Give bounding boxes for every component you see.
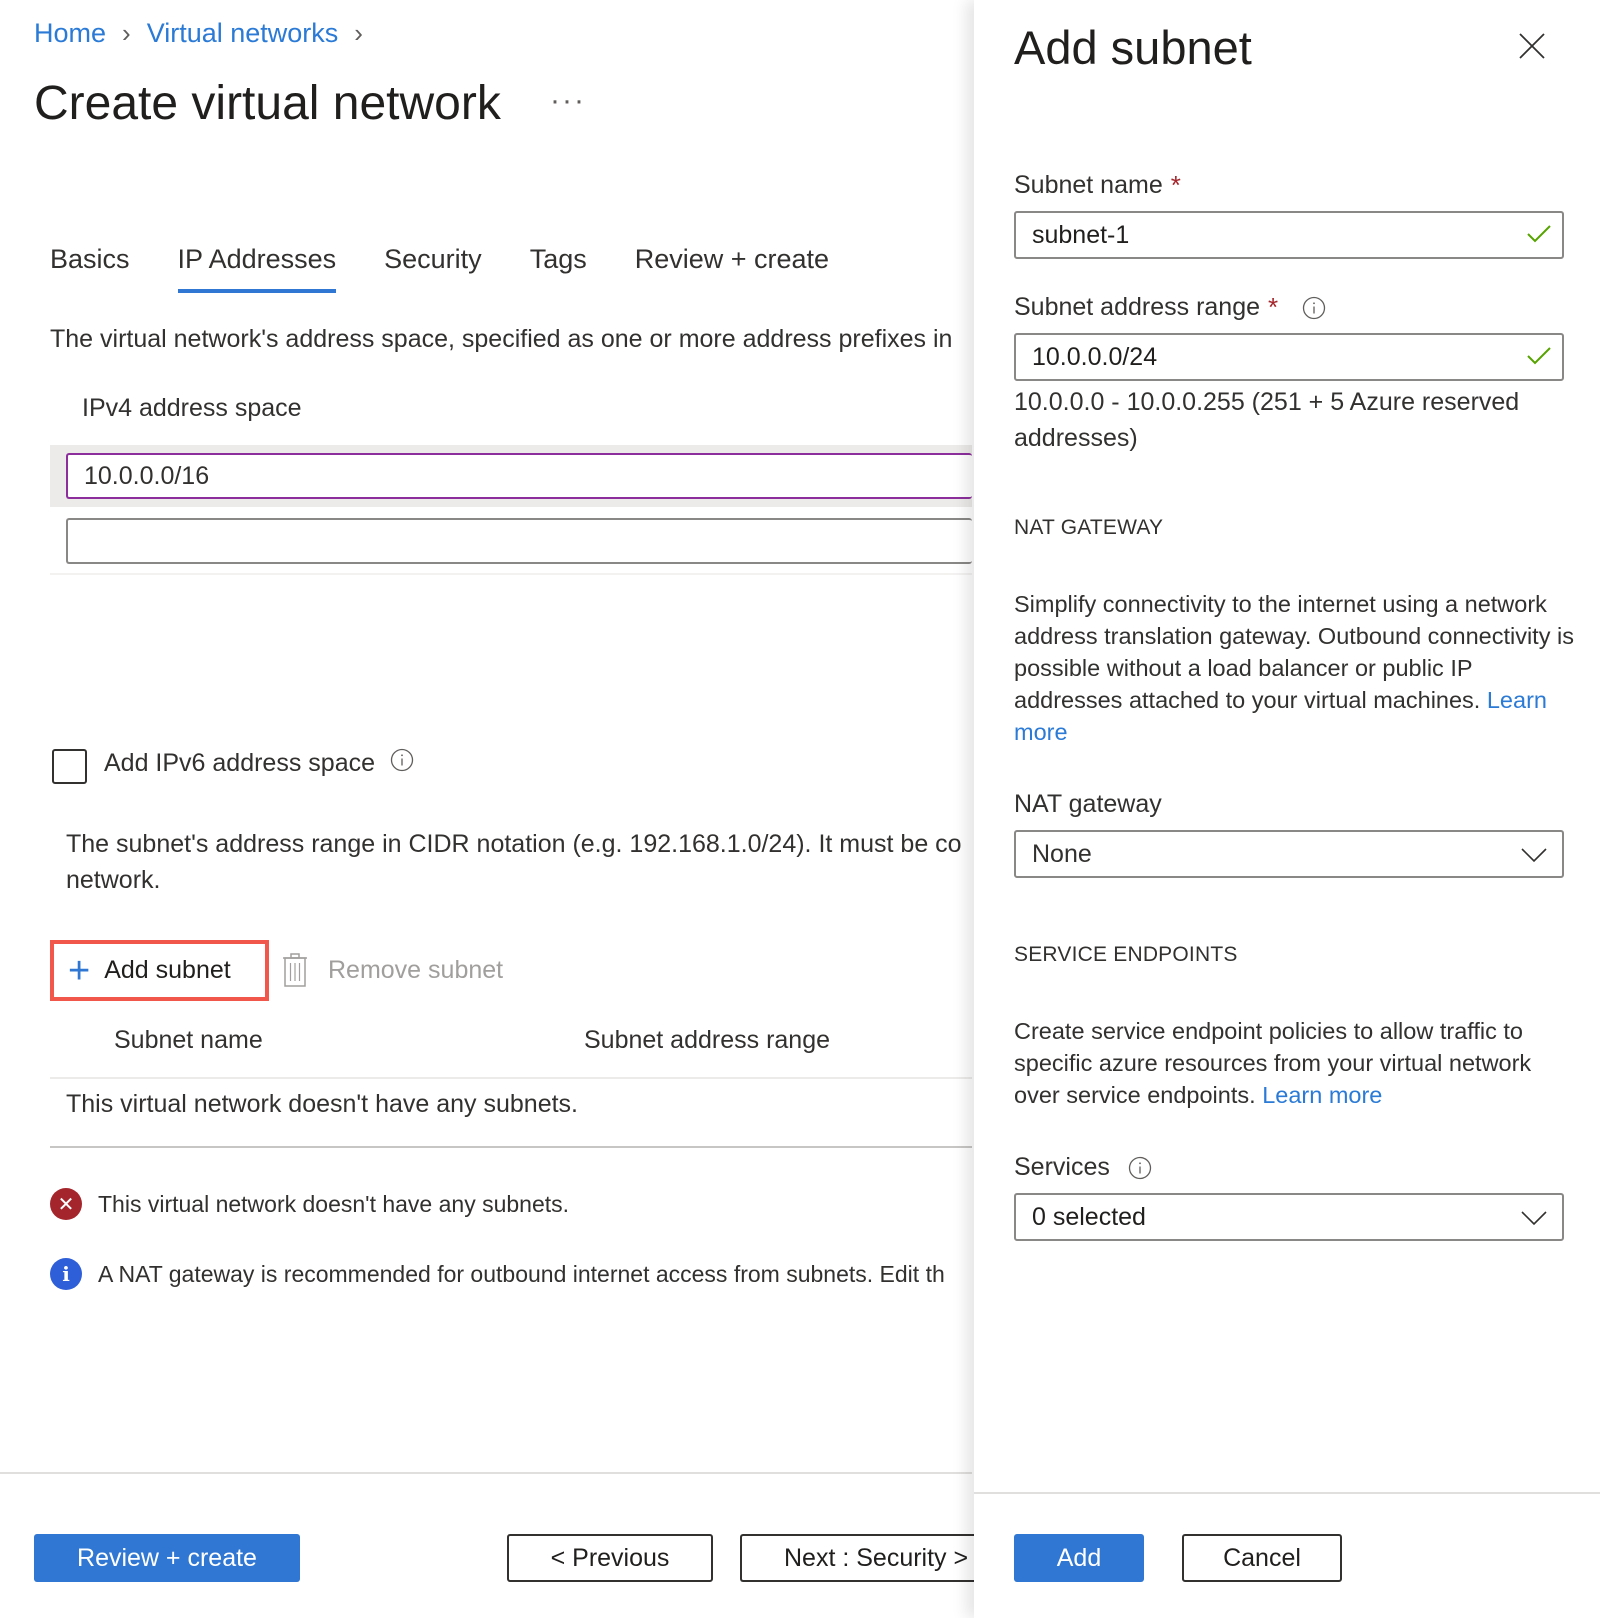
nat-gateway-selected-value: None bbox=[1032, 840, 1092, 868]
add-subnet-button[interactable]: + Add subnet bbox=[50, 940, 269, 1001]
breadcrumb-home[interactable]: Home bbox=[34, 18, 106, 49]
ipv6-checkbox-label[interactable]: Add IPv6 address space bbox=[104, 749, 375, 778]
footer-divider bbox=[0, 1472, 972, 1474]
plus-icon: + bbox=[68, 949, 91, 992]
subnet-address-range-input[interactable]: 10.0.0.0/24 bbox=[1014, 333, 1564, 381]
info-message: i A NAT gateway is recommended for outbo… bbox=[50, 1258, 945, 1290]
breadcrumb: Home › Virtual networks › bbox=[34, 18, 379, 49]
divider bbox=[50, 1077, 972, 1079]
checkmark-icon bbox=[1527, 225, 1551, 243]
nat-gateway-label: NAT gateway bbox=[1014, 790, 1162, 818]
error-message: ✕ This virtual network doesn't have any … bbox=[50, 1188, 569, 1220]
checkmark-icon bbox=[1527, 347, 1551, 365]
previous-button[interactable]: < Previous bbox=[507, 1534, 713, 1582]
panel-footer-divider bbox=[974, 1492, 1600, 1494]
add-button[interactable]: Add bbox=[1014, 1534, 1144, 1582]
review-create-button[interactable]: Review + create bbox=[34, 1534, 300, 1582]
info-icon[interactable] bbox=[1302, 296, 1326, 320]
breadcrumb-virtual-networks[interactable]: Virtual networks bbox=[147, 18, 339, 49]
services-dropdown[interactable]: 0 selected bbox=[1014, 1193, 1564, 1241]
close-icon[interactable] bbox=[1518, 32, 1546, 65]
ipv6-checkbox[interactable] bbox=[52, 749, 87, 784]
info-filled-icon: i bbox=[50, 1258, 82, 1290]
remove-subnet-button[interactable]: Remove subnet bbox=[282, 953, 503, 987]
info-icon[interactable] bbox=[390, 748, 414, 777]
column-header-subnet-name[interactable]: Subnet name bbox=[114, 1026, 263, 1055]
chevron-down-icon bbox=[1521, 848, 1547, 863]
ipv4-address-input[interactable]: 10.0.0.0/16 bbox=[66, 453, 972, 499]
service-endpoints-section-heading: SERVICE ENDPOINTS bbox=[1014, 943, 1238, 966]
cancel-button[interactable]: Cancel bbox=[1182, 1534, 1342, 1582]
ipv4-address-input-new[interactable] bbox=[66, 518, 972, 564]
ipv4-address-space-label: IPv4 address space bbox=[82, 394, 302, 422]
subnet-name-label-text: Subnet name bbox=[1014, 171, 1163, 199]
info-message-text: A NAT gateway is recommended for outboun… bbox=[98, 1260, 945, 1287]
tab-ip-addresses[interactable]: IP Addresses bbox=[177, 244, 336, 293]
service-endpoints-description: Create service endpoint policies to allo… bbox=[1014, 1015, 1574, 1111]
more-options-icon[interactable]: ··· bbox=[550, 84, 586, 118]
divider bbox=[50, 573, 972, 575]
chevron-right-icon: › bbox=[354, 18, 363, 48]
subnet-address-range-label-text: Subnet address range bbox=[1014, 293, 1261, 321]
tab-tags[interactable]: Tags bbox=[530, 244, 587, 293]
nat-gateway-description: Simplify connectivity to the internet us… bbox=[1014, 588, 1574, 748]
subnet-name-input[interactable]: subnet-1 bbox=[1014, 211, 1564, 259]
subnet-address-range-value: 10.0.0.0/24 bbox=[1032, 343, 1158, 371]
error-message-text: This virtual network doesn't have any su… bbox=[98, 1190, 570, 1217]
services-selected-value: 0 selected bbox=[1032, 1203, 1146, 1231]
error-icon: ✕ bbox=[50, 1188, 82, 1220]
services-label: Services bbox=[1014, 1153, 1152, 1182]
subnet-description: The subnet's address range in CIDR notat… bbox=[66, 826, 972, 898]
add-subnet-label: Add subnet bbox=[104, 956, 231, 984]
service-endpoints-learn-more-link[interactable]: Learn more bbox=[1262, 1082, 1382, 1108]
services-label-text: Services bbox=[1014, 1153, 1110, 1181]
tab-security[interactable]: Security bbox=[384, 244, 482, 293]
next-security-button[interactable]: Next : Security > bbox=[740, 1534, 1000, 1582]
column-header-subnet-address-range[interactable]: Subnet address range bbox=[584, 1026, 830, 1055]
subnet-description-line1: The subnet's address range in CIDR notat… bbox=[66, 830, 962, 858]
divider bbox=[50, 1146, 972, 1148]
chevron-right-icon: › bbox=[122, 18, 131, 48]
remove-subnet-label: Remove subnet bbox=[328, 955, 504, 984]
trash-icon bbox=[283, 953, 307, 987]
table-empty-message: This virtual network doesn't have any su… bbox=[66, 1090, 578, 1118]
tab-basics[interactable]: Basics bbox=[50, 244, 130, 293]
chevron-down-icon bbox=[1521, 1211, 1547, 1226]
nat-gateway-section-heading: NAT GATEWAY bbox=[1014, 516, 1164, 539]
nat-gateway-dropdown[interactable]: None bbox=[1014, 830, 1564, 878]
tab-bar: Basics IP Addresses Security Tags Review… bbox=[50, 244, 877, 293]
subnet-name-value: subnet-1 bbox=[1032, 221, 1130, 249]
subnet-range-hint: 10.0.0.0 - 10.0.0.255 (251 + 5 Azure res… bbox=[1014, 388, 1520, 452]
subnet-description-line2: network. bbox=[66, 866, 161, 894]
info-icon[interactable] bbox=[1128, 1156, 1152, 1180]
page-title: Create virtual network bbox=[34, 77, 501, 130]
required-indicator: * bbox=[1170, 170, 1181, 200]
subnet-name-label: Subnet name * bbox=[1014, 170, 1181, 201]
tab-review-create[interactable]: Review + create bbox=[635, 244, 829, 293]
required-indicator: * bbox=[1268, 292, 1279, 322]
panel-title: Add subnet bbox=[1014, 21, 1252, 74]
address-space-description: The virtual network's address space, spe… bbox=[50, 325, 953, 353]
subnet-address-range-label: Subnet address range * bbox=[1014, 292, 1326, 323]
